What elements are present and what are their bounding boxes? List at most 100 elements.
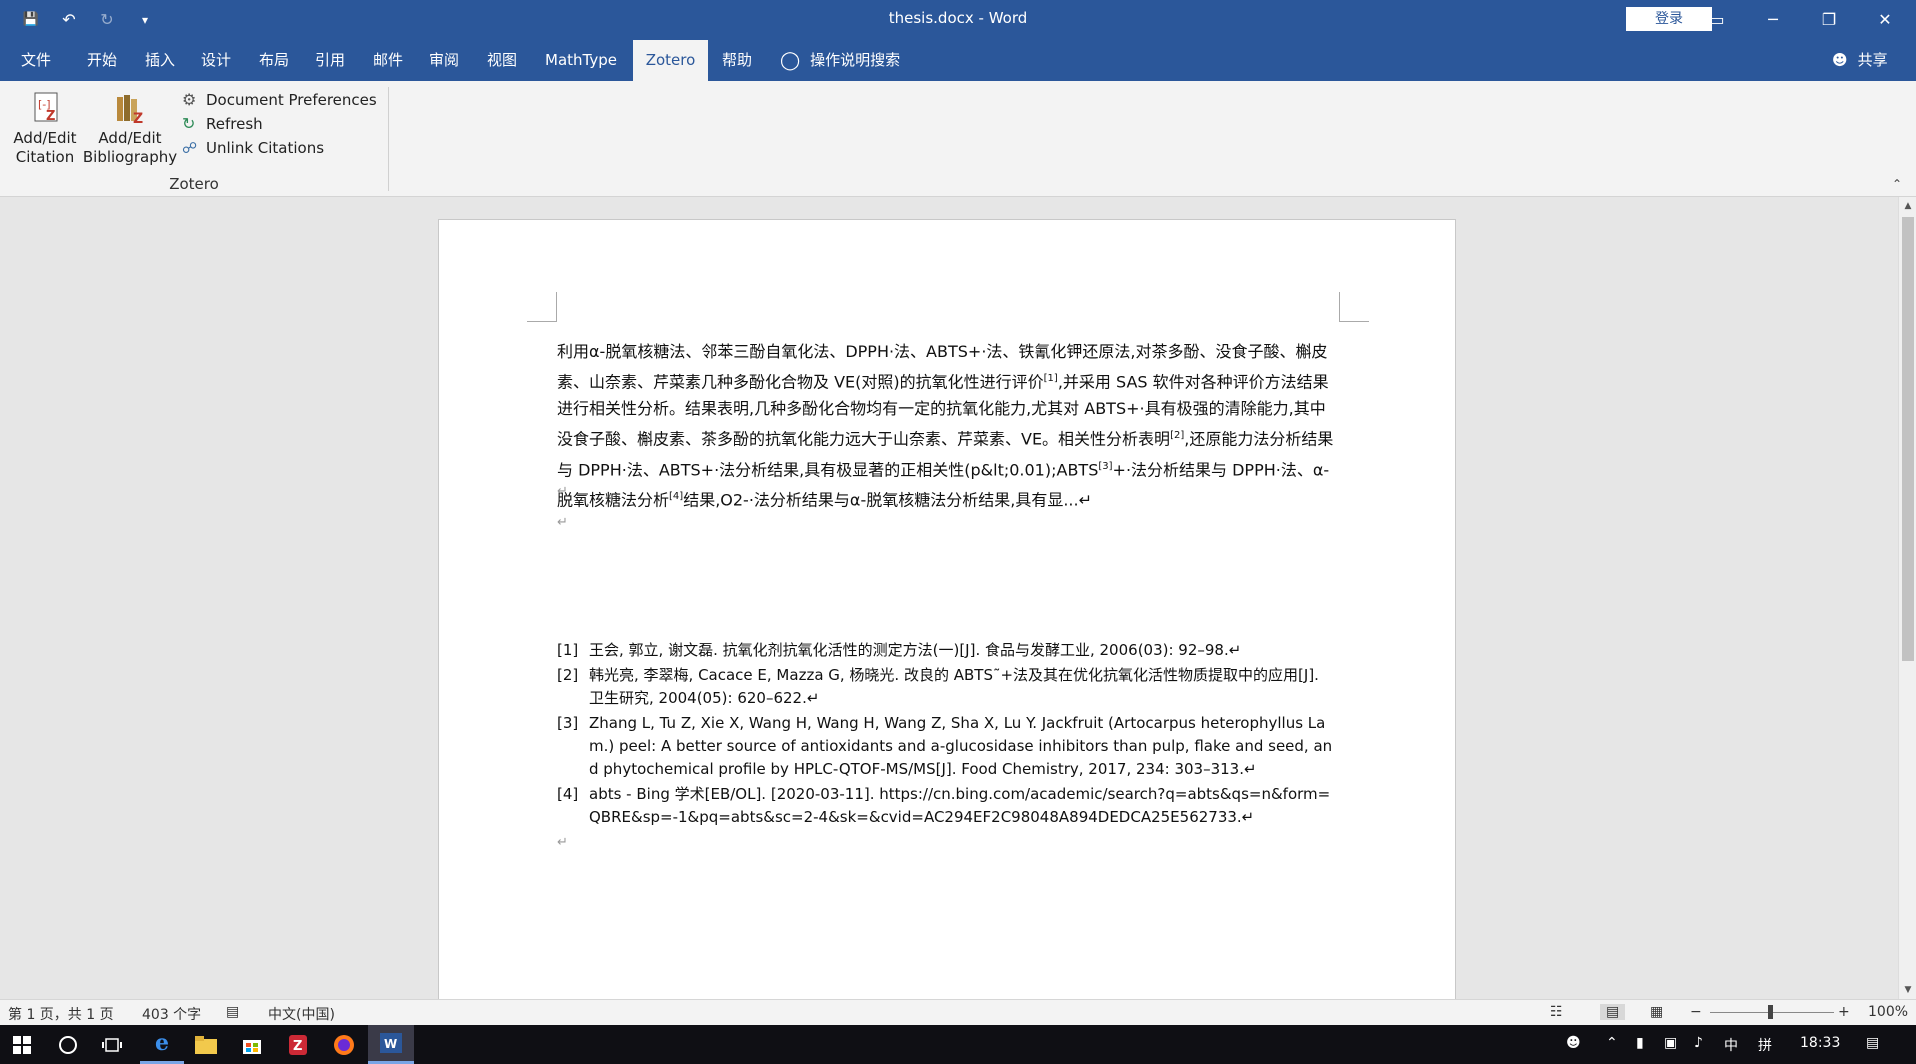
- vertical-scrollbar[interactable]: ▲ ▼: [1898, 197, 1916, 999]
- zoom-level[interactable]: 100%: [1868, 1004, 1908, 1020]
- svg-text:W: W: [384, 1037, 397, 1051]
- paragraph-text: 结果,O2-·法分析结果与α-脱氧核糖法分析结果,具有显...↵: [683, 490, 1092, 510]
- minimize-button[interactable]: ─: [1744, 0, 1802, 40]
- group-separator: [388, 87, 389, 191]
- unlink-label: Unlink Citations: [206, 139, 325, 157]
- document-preferences-button[interactable]: ⚙ Document Preferences: [182, 87, 377, 113]
- ime-language-indicator[interactable]: 中: [1724, 1035, 1738, 1055]
- close-button[interactable]: ✕: [1856, 0, 1914, 40]
- zoom-slider-thumb[interactable]: [1768, 1005, 1773, 1019]
- file-explorer-icon[interactable]: [184, 1025, 228, 1064]
- tell-me-search[interactable]: ◯ 操作说明搜索: [780, 40, 930, 81]
- word-app-icon[interactable]: W: [368, 1025, 414, 1064]
- document-page[interactable]: 利用α-脱氧核糖法、邻苯三酚自氧化法、DPPH·法、ABTS+·法、铁氰化钾还原…: [438, 219, 1456, 1009]
- action-center-icon[interactable]: ▤: [1866, 1035, 1879, 1051]
- bib-text: Zhang L, Tu Z, Xie X, Wang H, Wang H, Wa…: [589, 714, 1333, 778]
- citation-marker[interactable]: [1]: [1044, 373, 1058, 384]
- tab-mathtype[interactable]: MathType: [536, 40, 626, 81]
- add-edit-bibliography-button[interactable]: Z Add/Edit Bibliography: [82, 91, 178, 167]
- volume-icon[interactable]: ♪: [1694, 1035, 1703, 1051]
- language-indicator[interactable]: 中文(中国): [268, 1004, 335, 1024]
- bibliography-entry: [2] 韩光亮, 李翠梅, Cacace E, Mazza G, 杨晓光. 改良…: [557, 664, 1337, 710]
- cortana-search-icon[interactable]: [46, 1025, 90, 1064]
- crop-mark-top-right: [1339, 292, 1369, 322]
- restore-button[interactable]: ❐: [1800, 0, 1858, 40]
- store-icon[interactable]: [230, 1025, 274, 1064]
- tab-home[interactable]: 开始: [76, 40, 128, 81]
- citation-icon: [-] Z: [28, 91, 62, 127]
- doc-prefs-label: Document Preferences: [206, 91, 377, 109]
- tab-layout[interactable]: 布局: [248, 40, 300, 81]
- bib-number: [4]: [557, 785, 579, 803]
- gear-icon: ⚙: [182, 90, 197, 109]
- title-bar: 💾 ↶ ↻ ▾ thesis.docx - Word 登录 ▭ ─ ❐ ✕: [0, 0, 1916, 40]
- tab-view[interactable]: 视图: [476, 40, 528, 81]
- word-count[interactable]: 403 个字: [142, 1004, 201, 1024]
- undo-icon[interactable]: ↶: [56, 8, 82, 32]
- svg-text:Z: Z: [46, 109, 55, 124]
- people-icon[interactable]: ☻: [1566, 1035, 1581, 1051]
- tab-zotero[interactable]: Zotero: [633, 40, 708, 81]
- print-layout-icon[interactable]: ▤: [1600, 1004, 1626, 1020]
- bibliography-entry: [3] Zhang L, Tu Z, Xie X, Wang H, Wang H…: [557, 712, 1337, 781]
- tab-help[interactable]: 帮助: [712, 40, 762, 81]
- bibliography-entry: [1] 王会, 郭立, 谢文磊. 抗氧化剂抗氧化活性的测定方法(一)[J]. 食…: [557, 639, 1337, 662]
- refresh-label: Refresh: [206, 115, 263, 133]
- tab-mailings[interactable]: 邮件: [362, 40, 414, 81]
- scroll-thumb[interactable]: [1902, 217, 1914, 661]
- abstract-paragraph[interactable]: 利用α-脱氧核糖法、邻苯三酚自氧化法、DPPH·法、ABTS+·法、铁氰化钾还原…: [557, 338, 1337, 513]
- redo-icon[interactable]: ↻: [94, 8, 120, 32]
- add-bib-label-2: Bibliography: [82, 148, 178, 166]
- share-label: 共享: [1857, 51, 1888, 69]
- bib-text: 王会, 郭立, 谢文磊. 抗氧化剂抗氧化活性的测定方法(一)[J]. 食品与发酵…: [589, 641, 1242, 659]
- add-citation-label-2: Citation: [15, 148, 75, 166]
- zoom-in-icon[interactable]: +: [1838, 1004, 1850, 1020]
- zoom-out-icon[interactable]: −: [1690, 1004, 1702, 1020]
- show-hidden-icons-icon[interactable]: ⌃: [1606, 1035, 1618, 1051]
- battery-icon[interactable]: ▮: [1636, 1035, 1644, 1051]
- add-bib-label-1: Add/Edit: [98, 129, 162, 147]
- ribbon-tabs: 文件 开始 插入 设计 布局 引用 邮件 审阅 视图 MathType Zote…: [0, 40, 1916, 81]
- windows-start-icon[interactable]: [0, 1025, 44, 1064]
- bibliography[interactable]: [1] 王会, 郭立, 谢文磊. 抗氧化剂抗氧化活性的测定方法(一)[J]. 食…: [557, 639, 1337, 854]
- read-mode-icon[interactable]: ☷: [1550, 1004, 1563, 1020]
- page-count[interactable]: 第 1 页，共 1 页: [8, 1004, 114, 1024]
- proofing-icon[interactable]: ▤: [226, 1004, 239, 1020]
- ribbon-body: [-] Z Add/Edit Citation Z Add/Edit Bibli…: [0, 81, 1916, 197]
- zotero-app-icon[interactable]: Z: [276, 1025, 320, 1064]
- svg-text:Z: Z: [133, 111, 143, 127]
- citation-marker[interactable]: [3]: [1098, 461, 1112, 472]
- save-icon[interactable]: 💾: [18, 8, 44, 32]
- tab-design[interactable]: 设计: [190, 40, 242, 81]
- status-bar: 第 1 页，共 1 页 403 个字 ▤ 中文(中国) ☷ ▤ ▦ − + 10…: [0, 999, 1916, 1025]
- tab-file[interactable]: 文件: [10, 40, 62, 81]
- unlink-citations-button[interactable]: ☍ Unlink Citations: [182, 135, 324, 161]
- bib-number: [2]: [557, 666, 579, 684]
- document-area: 利用α-脱氧核糖法、邻苯三酚自氧化法、DPPH·法、ABTS+·法、铁氰化钾还原…: [0, 197, 1898, 1009]
- windows-taskbar: e Z W ☻ ⌃ ▮ ▣ ♪ 中 拼 18:33 ▤: [0, 1025, 1916, 1064]
- ime-mode-indicator[interactable]: 拼: [1758, 1035, 1772, 1055]
- scroll-down-icon[interactable]: ▼: [1899, 981, 1916, 999]
- task-view-icon[interactable]: [90, 1025, 134, 1064]
- edge-browser-icon[interactable]: e: [140, 1025, 184, 1064]
- bib-number: [1]: [557, 641, 579, 659]
- add-edit-citation-button[interactable]: [-] Z Add/Edit Citation: [10, 91, 80, 167]
- clock[interactable]: 18:33: [1800, 1035, 1840, 1051]
- tab-insert[interactable]: 插入: [134, 40, 186, 81]
- refresh-icon: ↻: [182, 114, 196, 133]
- web-layout-icon[interactable]: ▦: [1650, 1004, 1663, 1020]
- tab-references[interactable]: 引用: [304, 40, 356, 81]
- citation-marker[interactable]: [4]: [669, 491, 683, 502]
- tab-review[interactable]: 审阅: [418, 40, 470, 81]
- customize-qat-icon[interactable]: ▾: [132, 8, 158, 32]
- collapse-ribbon-icon[interactable]: ⌃: [1892, 177, 1902, 191]
- network-icon[interactable]: ▣: [1664, 1035, 1677, 1051]
- refresh-button[interactable]: ↻ Refresh: [182, 111, 263, 137]
- lightbulb-icon: ◯: [780, 50, 801, 71]
- citation-marker[interactable]: [2]: [1170, 430, 1184, 441]
- scroll-up-icon[interactable]: ▲: [1899, 197, 1916, 215]
- add-citation-label-1: Add/Edit: [13, 129, 77, 147]
- share-button[interactable]: ☻ 共享: [1832, 40, 1902, 81]
- firefox-icon[interactable]: [322, 1025, 366, 1064]
- ribbon-display-options-icon[interactable]: ▭: [1688, 0, 1746, 40]
